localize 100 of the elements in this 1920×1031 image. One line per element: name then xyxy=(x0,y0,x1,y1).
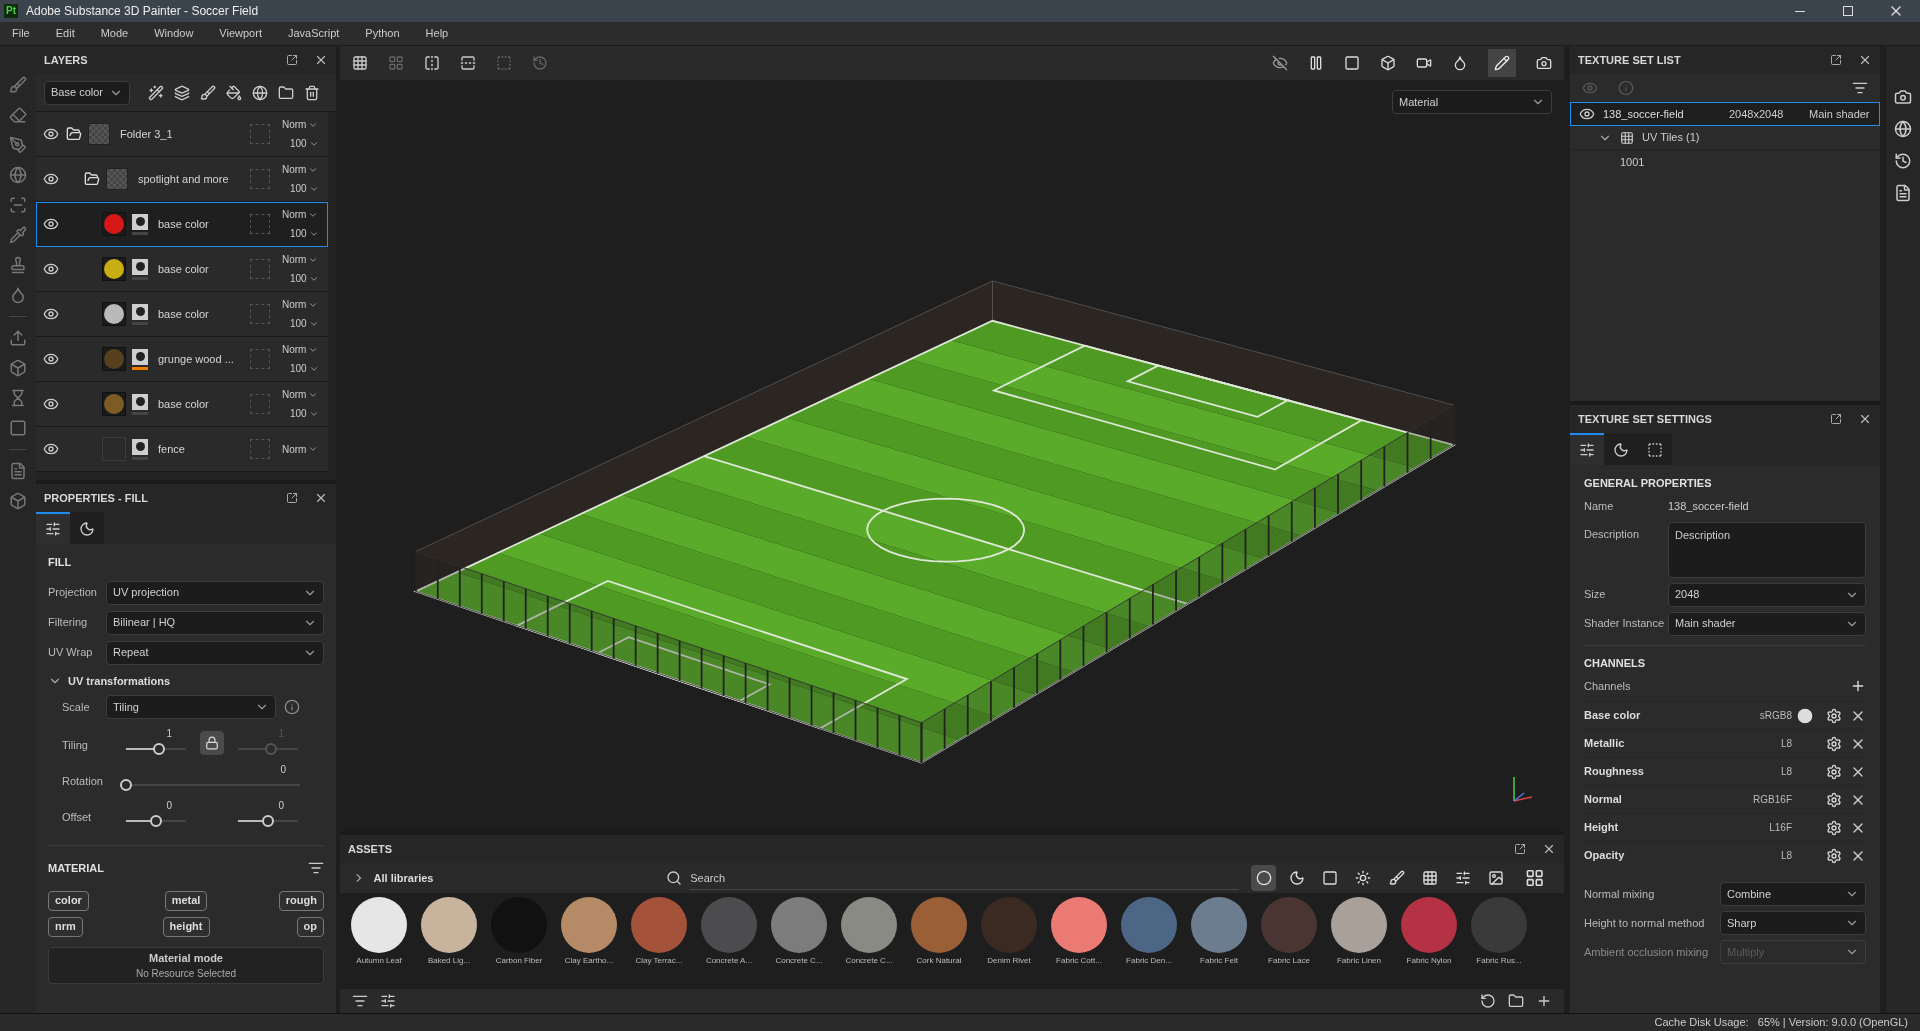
panel-tab[interactable] xyxy=(1638,433,1672,465)
undock-icon[interactable] xyxy=(1514,843,1526,855)
layer-row[interactable]: grunge wood ... Norm 100 xyxy=(36,337,328,382)
uv-tiles-label[interactable]: UV Tiles (1) xyxy=(1642,129,1700,146)
settings-icon[interactable] xyxy=(1826,707,1842,724)
color-space-icon[interactable] xyxy=(1797,707,1813,724)
opacity-value[interactable]: 100 xyxy=(290,226,307,241)
menu-item[interactable]: Edit xyxy=(55,25,75,42)
opacity-value[interactable]: 100 xyxy=(290,406,307,421)
pause-icon[interactable] xyxy=(1308,55,1324,71)
dropdown[interactable]: Main shader xyxy=(1668,611,1866,636)
caret-icon[interactable] xyxy=(308,444,319,454)
eye-icon[interactable] xyxy=(43,306,59,322)
eye-icon[interactable] xyxy=(43,351,59,367)
list-icon[interactable] xyxy=(352,993,368,1009)
material-thumbnail[interactable] xyxy=(841,897,897,953)
viewport-mode-dropdown[interactable]: Material xyxy=(1392,90,1552,114)
wand-icon[interactable] xyxy=(148,84,164,101)
folder-icon[interactable] xyxy=(1508,993,1524,1009)
channel-toggle[interactable]: color xyxy=(48,890,89,911)
description-field[interactable]: Description xyxy=(1668,521,1866,578)
hide-icon[interactable] xyxy=(1272,55,1288,71)
menu-item[interactable]: Window xyxy=(154,25,194,42)
hourglass-icon[interactable] xyxy=(9,389,27,407)
menu-item[interactable]: File xyxy=(12,25,30,42)
settings-icon[interactable] xyxy=(1826,763,1842,780)
sliders-icon[interactable] xyxy=(380,993,396,1009)
blend-mode[interactable]: Norm xyxy=(282,297,307,312)
camera-icon[interactable] xyxy=(1416,55,1432,71)
screenshot-icon[interactable] xyxy=(1536,55,1552,71)
material-thumbnail[interactable] xyxy=(421,897,477,953)
dropdown[interactable]: Tiling xyxy=(106,695,276,719)
eraser-icon[interactable] xyxy=(9,106,27,124)
layer-row[interactable]: base color Norm 100 xyxy=(36,382,328,427)
material-thumbnail[interactable] xyxy=(701,897,757,953)
add-icon[interactable] xyxy=(1850,678,1866,694)
layers-icon[interactable] xyxy=(174,84,190,101)
paint-bucket-icon[interactable] xyxy=(226,84,242,101)
blend-mode[interactable]: Norm xyxy=(282,252,307,267)
channel-toggle[interactable]: op xyxy=(296,916,324,937)
grid-icon[interactable] xyxy=(388,55,404,71)
blend-mode[interactable]: Norm xyxy=(282,342,307,357)
droplet-icon[interactable] xyxy=(9,286,27,304)
list-menu-icon[interactable] xyxy=(1852,80,1868,96)
lock-button[interactable] xyxy=(200,731,224,755)
layer-row[interactable]: base color Norm 100 xyxy=(36,292,328,337)
channel-toggle[interactable]: rough xyxy=(278,890,324,911)
eye-icon[interactable] xyxy=(1579,106,1595,122)
channel-format[interactable]: L8 xyxy=(1780,848,1792,863)
eye-icon[interactable] xyxy=(43,261,59,277)
material-thumbnail[interactable] xyxy=(1261,897,1317,953)
material-thumbnail[interactable] xyxy=(1471,897,1527,953)
close-icon[interactable] xyxy=(1542,842,1556,856)
channel-toggle[interactable]: height xyxy=(162,916,210,937)
dropdown[interactable]: Bilinear | HQ xyxy=(106,610,324,635)
blend-mode[interactable]: Norm xyxy=(282,117,307,132)
material-thumbnail[interactable] xyxy=(1191,897,1247,953)
blend-mode[interactable]: Norm xyxy=(282,207,307,222)
menu-item[interactable]: Python xyxy=(365,25,400,42)
texture-set-row[interactable]: 138_soccer-field 2048x2048 Main shader xyxy=(1570,102,1880,126)
undock-icon[interactable] xyxy=(286,54,298,66)
document-icon[interactable] xyxy=(1894,184,1912,202)
menu-item[interactable]: Mode xyxy=(100,25,129,42)
channel-format[interactable]: RGB16F xyxy=(1753,792,1792,807)
menu-item[interactable]: Viewport xyxy=(219,25,262,42)
opacity-value[interactable]: 100 xyxy=(290,181,307,196)
undock-icon[interactable] xyxy=(286,492,298,504)
mirror-horizontal-icon[interactable] xyxy=(424,55,440,71)
dropdown[interactable]: Combine xyxy=(1720,882,1866,906)
add-icon[interactable] xyxy=(1536,993,1552,1009)
mirror-vertical-icon[interactable] xyxy=(460,55,476,71)
close-icon[interactable] xyxy=(314,53,328,67)
brush-icon[interactable] xyxy=(200,84,216,101)
sphere-filter[interactable] xyxy=(1251,865,1277,891)
opacity-value[interactable]: 100 xyxy=(290,136,307,151)
channel-format[interactable]: L8 xyxy=(1780,736,1792,751)
layer-row[interactable]: Folder 3_1 Norm 100 xyxy=(36,112,328,157)
menu-item[interactable]: Help xyxy=(425,25,449,42)
selection-icon[interactable] xyxy=(9,196,27,214)
refresh-icon[interactable] xyxy=(1480,993,1496,1009)
channel-toggle[interactable]: nrm xyxy=(48,916,83,937)
eye-icon[interactable] xyxy=(43,396,59,412)
trash-icon[interactable] xyxy=(304,84,320,101)
opacity-value[interactable]: 100 xyxy=(290,271,307,286)
eye-icon[interactable] xyxy=(43,216,59,232)
material-thumbnail[interactable] xyxy=(561,897,617,953)
blend-mode[interactable]: Norm xyxy=(282,441,307,457)
uv-tile[interactable]: 1001 xyxy=(1570,150,1880,175)
material-thumbnail[interactable] xyxy=(1401,897,1457,953)
channel-toggle[interactable]: metal xyxy=(164,890,208,911)
layer-row[interactable]: base color Norm 100 xyxy=(36,247,328,292)
material-thumbnail[interactable] xyxy=(351,897,407,953)
search-field[interactable]: Search xyxy=(690,866,1240,890)
material-thumbnail[interactable] xyxy=(1331,897,1387,953)
dropdown[interactable]: 2048 xyxy=(1668,582,1866,607)
close-icon[interactable] xyxy=(1858,53,1872,67)
settings-icon[interactable] xyxy=(1826,735,1842,752)
camera-icon[interactable] xyxy=(1894,88,1912,106)
channel-dropdown[interactable]: Base color xyxy=(44,80,130,105)
material-thumbnail[interactable] xyxy=(771,897,827,953)
